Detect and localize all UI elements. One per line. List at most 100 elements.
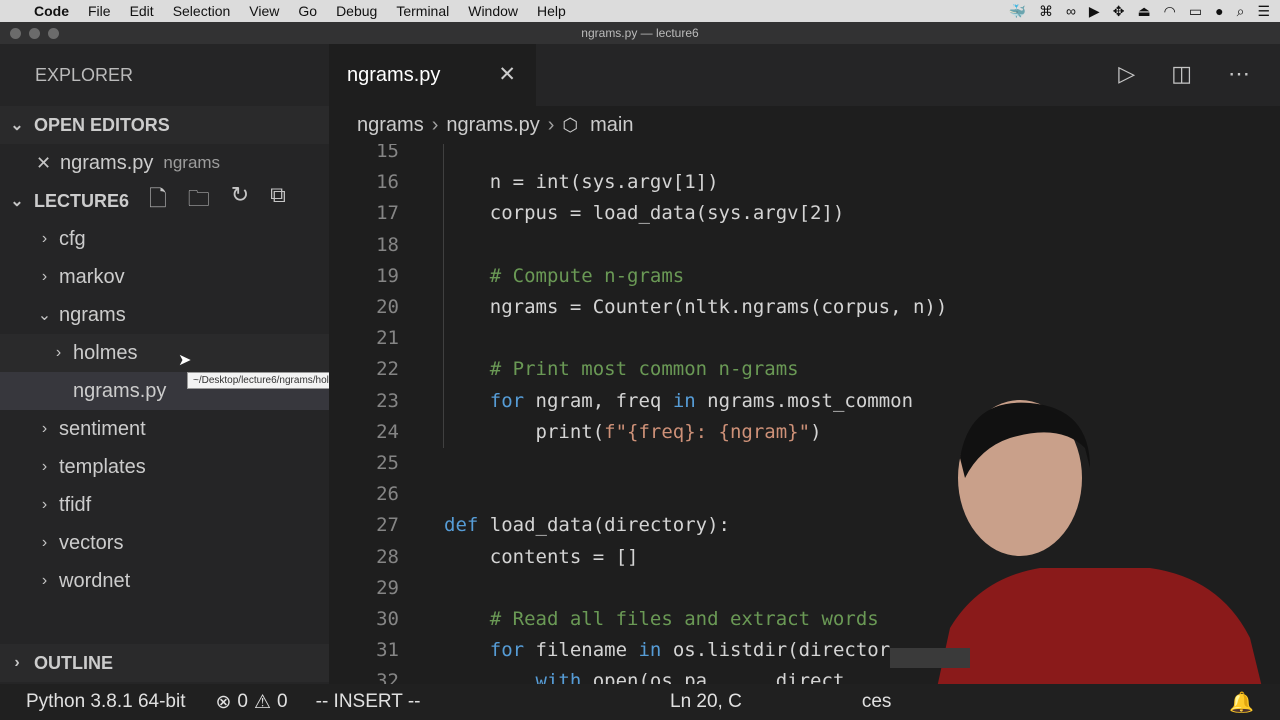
problems-indicator[interactable]: ⊗ 0 ⚠ 0 (216, 691, 288, 714)
code-line[interactable]: 19 # Compute n-grams (329, 261, 1280, 292)
menu-debug[interactable]: Debug (336, 3, 377, 19)
code-line[interactable]: 16 n = int(sys.argv[1]) (329, 167, 1280, 198)
code-line[interactable]: 18 (329, 230, 1280, 261)
tree-item-ngrams[interactable]: ⌄ ngrams (0, 296, 329, 334)
editor-actions: ▷ ◫ ⋯ (1118, 61, 1250, 87)
folder-actions: 🗋 🗀 ↻ ⧉ (149, 182, 286, 220)
line-number: 25 (376, 452, 399, 474)
code-text: # Print most common n-grams (489, 358, 799, 381)
line-number: 24 (376, 420, 399, 443)
code-line[interactable]: 17 corpus = load_data(sys.argv[2]) (329, 198, 1280, 229)
menu-selection[interactable]: Selection (173, 3, 231, 19)
code-line[interactable]: 21 (329, 323, 1280, 354)
eject-icon[interactable]: ⏏ (1137, 3, 1150, 20)
menu-window[interactable]: Window (468, 3, 518, 19)
search-icon[interactable]: ⌕ (1237, 3, 1245, 20)
menu-edit[interactable]: Edit (130, 3, 154, 19)
tree-item-sentiment[interactable]: › sentiment (0, 410, 329, 448)
zoom-window-button[interactable] (48, 28, 59, 39)
code-line[interactable]: 15 (329, 144, 1280, 167)
open-editors-section[interactable]: ⌄ OPEN EDITORS (0, 106, 329, 144)
line-number: 32 (376, 670, 399, 684)
tab-label: ngrams.py (347, 63, 441, 86)
menu-help[interactable]: Help (537, 3, 566, 19)
command-icon[interactable]: ⌘ (1039, 3, 1053, 20)
menubar-status-icons: 🐳 ⌘ ∞ ▶ ✥ ⏏ ◠ ▭ ● ⌕ ☰ (1009, 0, 1271, 22)
play-circle-icon[interactable]: ▶ (1089, 3, 1100, 20)
tree-item-cfg[interactable]: › cfg (0, 220, 329, 258)
tree-item-label: wordnet (59, 569, 131, 592)
code-text: n = int(sys.argv[1]) (444, 171, 719, 194)
line-number: 21 (376, 327, 399, 350)
python-interpreter[interactable]: Python 3.8.1 64-bit (26, 691, 186, 713)
glasses-icon[interactable]: ∞ (1066, 3, 1076, 19)
battery-icon[interactable]: ▭ (1189, 3, 1202, 20)
tree-item-holmes[interactable]: › holmes (0, 334, 329, 372)
tree-item-tfidf[interactable]: › tfidf (0, 486, 329, 524)
chevron-right-icon: › (41, 534, 48, 551)
outline-section[interactable]: › OUTLINE (0, 644, 329, 682)
tree-item-markov[interactable]: › markov (0, 258, 329, 296)
more-actions-icon[interactable]: ⋯ (1228, 61, 1250, 87)
code-text: ngrams = Counter(nltk.ngrams(corpus, n)) (444, 296, 948, 318)
tree-item-templates[interactable]: › templates (0, 448, 329, 486)
status-bar: Python 3.8.1 64-bit ⊗ 0 ⚠ 0 -- INSERT --… (0, 684, 1280, 720)
breadcrumb-item[interactable]: ngrams.py (446, 114, 539, 137)
tree-item-vectors[interactable]: › vectors (0, 524, 329, 562)
open-editor-item[interactable]: ✕ ngrams.py ngrams (0, 144, 329, 182)
menu-file[interactable]: File (88, 3, 111, 19)
code-text: for filename in os.listdir(director (489, 639, 891, 662)
chevron-right-icon: › (547, 113, 555, 136)
code-text: with open(os.pa direct (535, 670, 845, 684)
chevron-right-icon: › (41, 230, 48, 247)
docker-icon[interactable]: 🐳 (1009, 3, 1026, 20)
list-icon[interactable]: ☰ (1257, 3, 1270, 20)
menu-terminal[interactable]: Terminal (396, 3, 449, 19)
tree-item-label: templates (59, 455, 146, 478)
tree-item-wordnet[interactable]: › wordnet (0, 562, 329, 600)
close-icon[interactable]: ✕ (36, 153, 60, 174)
wifi-icon[interactable]: ◠ (1164, 3, 1176, 20)
line-number: 27 (376, 514, 399, 537)
open-editor-file: ngrams.py (60, 151, 154, 174)
folder-label: LECTURE6 (34, 190, 130, 211)
line-number: 16 (376, 171, 399, 194)
move-icon[interactable]: ✥ (1113, 3, 1125, 20)
breadcrumb: ngrams › ngrams.py › ⬡ main (329, 106, 1280, 144)
notifications-icon[interactable]: 🔔 (1229, 690, 1254, 715)
chevron-right-icon: › (431, 113, 439, 136)
close-icon[interactable]: ✕ (498, 62, 516, 87)
split-editor-icon[interactable]: ◫ (1171, 61, 1192, 87)
run-icon[interactable]: ▷ (1118, 61, 1135, 87)
tree-item-label: markov (59, 265, 125, 288)
menu-view[interactable]: View (249, 3, 279, 19)
code-line[interactable]: 20 ngrams = Counter(nltk.ngrams(corpus, … (329, 292, 1280, 323)
line-number: 22 (376, 358, 399, 381)
tree-item-label: tfidf (59, 493, 92, 516)
line-number: 31 (376, 639, 399, 662)
user-icon[interactable]: ● (1215, 3, 1223, 19)
window-title: ngrams.py — lecture6 (581, 26, 699, 40)
breadcrumb-item[interactable]: main (590, 114, 633, 137)
breadcrumb-item[interactable]: ngrams (357, 114, 424, 137)
close-window-button[interactable] (10, 28, 21, 39)
line-number: 18 (376, 233, 399, 256)
minimize-window-button[interactable] (29, 28, 40, 39)
warning-icon: ⚠ (254, 691, 272, 713)
chevron-right-icon: › (41, 572, 48, 589)
refresh-icon[interactable]: ↻ (231, 182, 249, 220)
line-number: 29 (376, 576, 399, 599)
menu-go[interactable]: Go (298, 3, 317, 19)
cursor-position[interactable]: Ln 20, Cces (670, 691, 891, 713)
folder-section[interactable]: ⌄ LECTURE6 🗋 🗀 ↻ ⧉ (0, 182, 329, 220)
tree-item-label: holmes (73, 341, 138, 364)
menu-code[interactable]: Code (34, 3, 69, 19)
new-folder-icon[interactable]: 🗀 (188, 182, 210, 220)
chevron-right-icon: › (41, 420, 48, 437)
explorer-sidebar: EXPLORER ⌄ OPEN EDITORS ✕ ngrams.py ngra… (0, 44, 329, 684)
tab-ngrams-py[interactable]: ngrams.py ✕ (329, 44, 536, 106)
tree-item-label: sentiment (59, 417, 146, 440)
collapse-all-icon[interactable]: ⧉ (270, 182, 286, 220)
new-file-icon[interactable]: 🗋 (149, 182, 167, 220)
chevron-down-icon: ⌄ (10, 117, 24, 134)
